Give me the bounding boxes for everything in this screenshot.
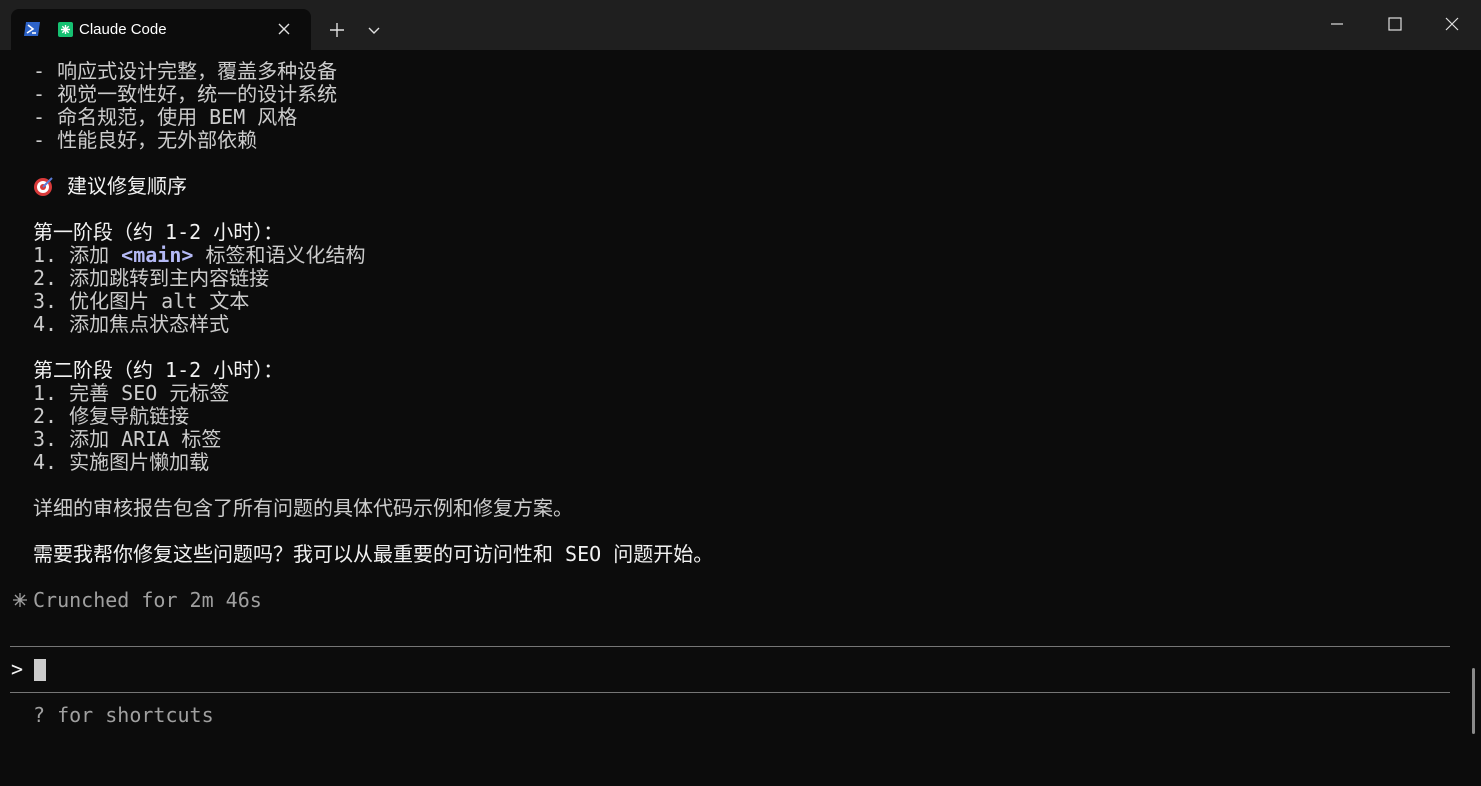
phase1-item-1: 1. 添加 <main> 标签和语义化结构 (33, 244, 365, 267)
title-bar: Claude Code (0, 0, 1481, 50)
minimize-icon[interactable] (1309, 0, 1365, 50)
bullet-line: - 视觉一致性好，统一的设计系统 (33, 82, 338, 106)
question-text: 需要我帮你修复这些问题吗？我可以从最重要的可访问性和 SEO 问题开始。 (33, 542, 714, 566)
tab-title: Claude Code (79, 21, 167, 38)
bullet-line: - 性能良好，无外部依赖 (33, 128, 258, 152)
item-text: 1. 添加 (33, 243, 122, 267)
input-top-divider (10, 646, 1450, 647)
phase2-item-3: 3. 添加 ARIA 标签 (33, 427, 222, 451)
powershell-icon (24, 22, 40, 36)
prompt-symbol: > (11, 657, 24, 681)
input-bottom-divider (10, 692, 1450, 693)
input-cursor[interactable] (34, 659, 46, 681)
chevron-down-icon[interactable] (362, 15, 386, 45)
inline-code: <main> (121, 243, 194, 267)
terminal-output: - 响应式设计完整，覆盖多种设备 - 视觉一致性好，统一的设计系统 - 命名规范… (0, 50, 1470, 760)
claude-icon (58, 22, 73, 37)
phase1-item-2: 2. 添加跳转到主内容链接 (33, 266, 270, 290)
scrollbar[interactable] (1472, 668, 1475, 734)
window-close-icon[interactable] (1424, 0, 1480, 50)
phase2-item-1: 1. 完善 SEO 元标签 (33, 381, 230, 405)
shortcuts-hint: ? for shortcuts (33, 703, 214, 727)
spark-icon (13, 593, 27, 607)
plus-icon[interactable] (322, 15, 352, 45)
phase1-item-3: 3. 优化图片 alt 文本 (33, 289, 250, 313)
bullet-line: - 命名规范，使用 BEM 风格 (33, 105, 298, 129)
summary-text: 详细的审核报告包含了所有问题的具体代码示例和修复方案。 (33, 496, 573, 520)
tab-claude-code[interactable]: Claude Code (11, 9, 311, 50)
close-icon[interactable] (277, 22, 291, 36)
item-text: 标签和语义化结构 (193, 243, 366, 267)
target-icon (34, 177, 53, 196)
phase2-item-2: 2. 修复导航链接 (33, 404, 190, 428)
phase2-item-4: 4. 实施图片懒加载 (33, 450, 210, 474)
section-heading: 建议修复顺序 (33, 175, 187, 198)
maximize-icon[interactable] (1366, 0, 1422, 50)
phase2-title: 第二阶段（约 1-2 小时）： (33, 358, 284, 382)
status-text: Crunched for 2m 46s (33, 588, 262, 612)
phase1-item-4: 4. 添加焦点状态样式 (33, 312, 230, 336)
phase1-title: 第一阶段（约 1-2 小时）： (33, 220, 284, 244)
heading-text: 建议修复顺序 (67, 174, 187, 198)
bullet-line: - 响应式设计完整，覆盖多种设备 (33, 59, 338, 83)
